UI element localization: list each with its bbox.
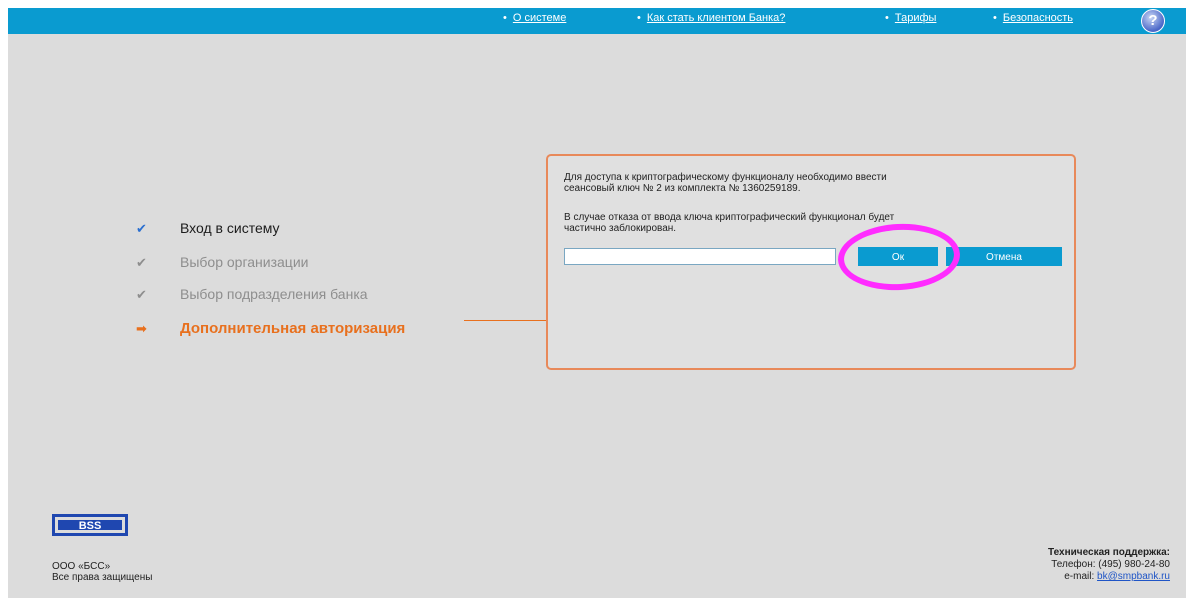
footer-company: ООО «БСС» Все права защищены — [52, 561, 152, 583]
logo-text: BSS — [79, 520, 102, 532]
step-login: ✔ Вход в систему — [136, 220, 280, 236]
support-phone: Телефон: (495) 980-24-80 — [1051, 559, 1170, 570]
arrow-right-icon: ➡ — [136, 321, 147, 336]
cancel-button[interactable]: Отмена — [946, 247, 1062, 266]
nav-link-security[interactable]: • Безопасность — [993, 12, 1073, 24]
top-nav-bar: • О системе • Как стать клиентом Банка? • Т… — [8, 8, 1186, 34]
nav-link-become-client[interactable]: • Как стать клиентом Банка? — [637, 12, 785, 24]
support-email-link[interactable]: bk@smpbank.ru — [1097, 571, 1170, 582]
dialog-warning-line-1: В случае отказа от ввода ключа криптогра… — [564, 212, 895, 223]
nav-link-about[interactable]: • О системе — [503, 12, 566, 24]
step-select-branch: ✔ Выбор подразделения банка — [136, 286, 368, 302]
bss-logo: BSS — [52, 514, 128, 536]
footer-support: Техническая поддержка: Телефон: (495) 98… — [1048, 547, 1170, 583]
dialog-message-line-1: Для доступа к криптографическому функцио… — [564, 172, 887, 183]
support-title: Техническая поддержка: — [1047, 547, 1170, 558]
company-name: ООО «БСС» — [52, 561, 111, 572]
nav-link-tariffs[interactable]: • Тарифы — [885, 12, 936, 24]
rights-text: Все права защищены — [52, 572, 153, 583]
checkmark-icon: ✔ — [136, 255, 147, 270]
session-key-dialog: Для доступа к криптографическому функцио… — [546, 154, 1076, 370]
checkmark-icon: ✔ — [136, 221, 147, 236]
dialog-message-line-2: сеансовый ключ № 2 из комплекта № 136025… — [564, 183, 801, 194]
dialog-warning-line-2: частично заблокирован. — [564, 223, 677, 234]
step-connector-line — [464, 320, 546, 321]
help-icon[interactable]: ? — [1141, 9, 1165, 33]
session-key-input[interactable] — [564, 248, 836, 265]
step-additional-auth: ➡ Дополнительная авторизация — [136, 320, 406, 337]
support-email-row: e-mail: bk@smpbank.ru — [1064, 571, 1170, 582]
checkmark-icon: ✔ — [136, 287, 147, 302]
page-frame: • О системе • Как стать клиентом Банка? • Т… — [8, 8, 1186, 598]
step-select-organization: ✔ Выбор организации — [136, 254, 309, 270]
